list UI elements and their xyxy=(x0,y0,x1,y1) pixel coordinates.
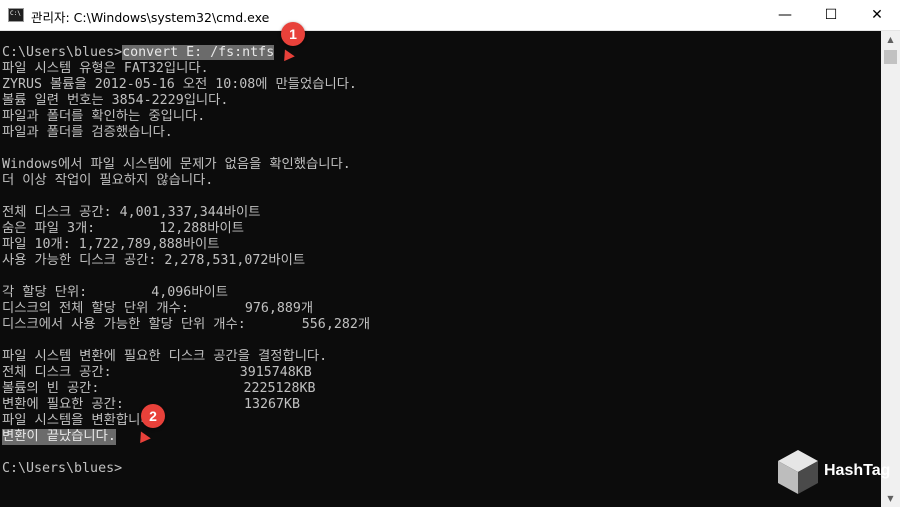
scrollbar-thumb[interactable] xyxy=(884,50,897,64)
close-button[interactable]: ✕ xyxy=(854,0,900,31)
console-line: 사용 가능한 디스크 공간: 2,278,531,072바이트 xyxy=(2,253,306,268)
console-line: 볼륨의 빈 공간: 2225128KB xyxy=(2,381,316,396)
console-line: 볼륨 일련 번호는 3854-2229입니다. xyxy=(2,93,229,108)
minimize-button[interactable]: — xyxy=(762,0,808,31)
title-bar[interactable]: 관리자: C:\Windows\system32\cmd.exe — ☐ ✕ xyxy=(0,0,900,31)
maximize-button[interactable]: ☐ xyxy=(808,0,854,31)
cmd-window: 관리자: C:\Windows\system32\cmd.exe — ☐ ✕ C… xyxy=(0,0,900,507)
console-line: 파일 시스템 변환에 필요한 디스크 공간을 결정합니다. xyxy=(2,349,328,364)
console-line: 숨은 파일 3개: 12,288바이트 xyxy=(2,221,244,236)
console-line: 디스크의 전체 할당 단위 개수: 976,889개 xyxy=(2,301,314,316)
scroll-up-arrow-icon[interactable]: ▲ xyxy=(881,31,900,48)
command-highlight: convert E: /fs:ntfs xyxy=(122,45,275,60)
console-line: C:\Users\blues>convert E: /fs:ntfs xyxy=(2,45,275,61)
console-line: 전체 디스크 공간: 3915748KB xyxy=(2,365,312,380)
window-title: 관리자: C:\Windows\system32\cmd.exe xyxy=(31,10,270,25)
annotation-badge-1: 1 xyxy=(281,22,305,46)
hashtag-watermark-logo: HashTag xyxy=(776,448,890,496)
watermark-text: HashTag xyxy=(824,462,891,479)
console-line: 파일 시스템 유형은 FAT32입니다. xyxy=(2,61,209,76)
prompt-line: C:\Users\blues> xyxy=(2,461,123,476)
cmd-icon[interactable] xyxy=(8,8,24,22)
console-line: 디스크에서 사용 가능한 할당 단위 개수: 556,282개 xyxy=(2,317,371,332)
completion-message-highlight: 변환이 끝났습니다. xyxy=(2,429,116,445)
console-output[interactable]: C:\Users\blues>convert E: /fs:ntfs 파일 시스… xyxy=(0,31,881,507)
console-line: 더 이상 작업이 필요하지 않습니다. xyxy=(2,173,214,188)
hashtag-cube-icon xyxy=(778,450,818,494)
annotation-badge-2: 2 xyxy=(141,404,165,428)
console-line: 전체 디스크 공간: 4,001,337,344바이트 xyxy=(2,205,261,220)
console-line: 파일 시스템을 변환합니다. xyxy=(2,413,161,428)
console-line: ZYRUS 볼륨을 2012-05-16 오전 10:08에 만들었습니다. xyxy=(2,77,357,92)
vertical-scrollbar[interactable]: ▲ ▼ xyxy=(881,31,900,507)
console-line: 파일과 폴더를 검증했습니다. xyxy=(2,125,173,140)
console-line: 파일 10개: 1,722,789,888바이트 xyxy=(2,237,220,252)
console-line: 파일과 폴더를 확인하는 중입니다. xyxy=(2,109,206,124)
prompt-text: C:\Users\blues> xyxy=(2,45,123,60)
console-line: 각 할당 단위: 4,096바이트 xyxy=(2,285,228,300)
console-line: Windows에서 파일 시스템에 문제가 없음을 확인했습니다. xyxy=(2,157,351,172)
